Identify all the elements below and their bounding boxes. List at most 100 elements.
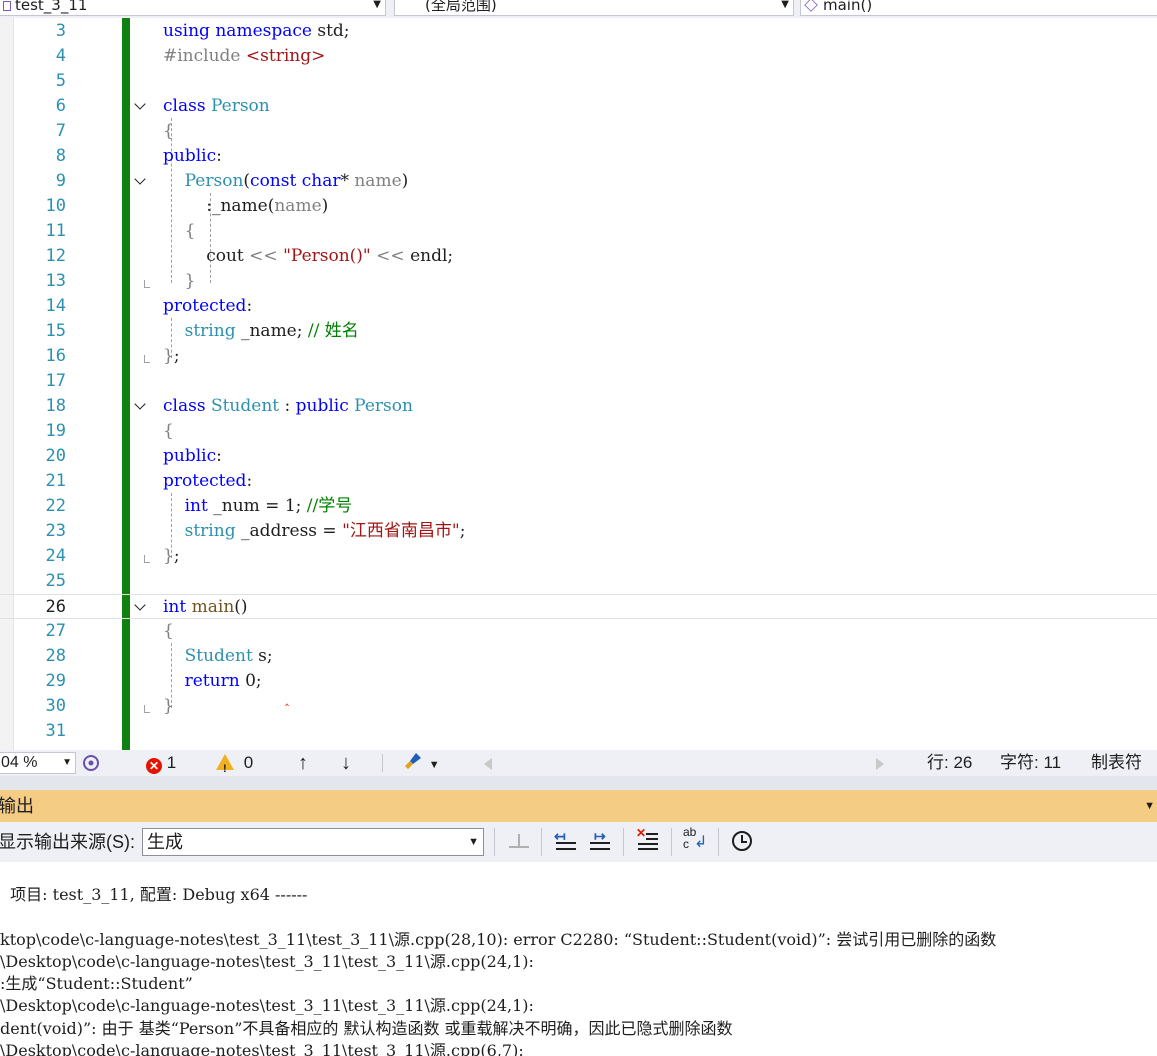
code-text: int _num = 1; //学号 — [184, 496, 353, 516]
collapse-chevron-icon[interactable] — [134, 601, 148, 615]
clear-all-icon[interactable]: ✕ — [636, 826, 662, 854]
code-line[interactable]: 4 #include <string> — [0, 44, 1157, 69]
code-line[interactable]: 25 — [0, 569, 1157, 594]
chevron-down-icon[interactable]: ▼ — [1144, 790, 1155, 822]
code-line[interactable]: 3 using namespace std; — [0, 19, 1157, 44]
separator — [671, 828, 672, 856]
code-editor[interactable]: 3 using namespace std; 4 #include <string> 5… — [0, 18, 1157, 750]
chevron-down-icon: ▼ — [781, 0, 789, 10]
panel-splitter[interactable] — [0, 776, 1157, 790]
line-number: 24 — [45, 546, 66, 566]
error-squiggle: ‸ — [285, 692, 290, 706]
char-indicator[interactable]: 字符: 11 — [1000, 750, 1061, 776]
chevron-down-icon: ▼ — [373, 0, 381, 10]
next-message-icon[interactable]: ↦ — [588, 829, 614, 854]
code-line[interactable]: 22 int _num = 1; //学号 — [0, 494, 1157, 519]
line-number: 17 — [45, 371, 66, 391]
code-cleanup-brush-icon[interactable]: ▼ — [402, 750, 440, 778]
scope-dropdown[interactable]: (全局范围) ▼ — [394, 0, 794, 16]
code-line[interactable]: 26 int main() — [0, 594, 1157, 619]
code-line[interactable]: 10 :_name(name) — [0, 194, 1157, 219]
line-number: 15 — [45, 321, 66, 341]
line-number: 4 — [55, 46, 66, 66]
line-number: 25 — [45, 571, 66, 591]
code-line[interactable]: 11 { — [0, 219, 1157, 244]
code-text: class Student : public Person — [163, 396, 413, 416]
error-count-button[interactable]: ✕ 1 — [146, 750, 176, 776]
code-text: }; — [163, 346, 180, 366]
code-line[interactable]: 20 public: — [0, 444, 1157, 469]
output-line: ktop\code\c-language-notes\test_3_11\tes… — [0, 930, 997, 949]
line-number: 9 — [55, 171, 66, 191]
timestamp-clock-icon[interactable] — [730, 830, 756, 854]
line-number: 14 — [45, 296, 66, 316]
output-line: \Desktop\code\c-language-notes\test_3_11… — [0, 996, 534, 1015]
line-number: 22 — [45, 496, 66, 516]
word-wrap-icon[interactable]: ab c ↲ — [683, 826, 709, 854]
previous-issue-arrow-icon[interactable]: ↑ — [298, 750, 308, 776]
line-number: 29 — [45, 671, 66, 691]
output-line: \Desktop\code\c-language-notes\test_3_11… — [0, 1041, 524, 1056]
code-line[interactable]: 15 string _name; // 姓名 — [0, 319, 1157, 344]
line-number: 31 — [45, 721, 66, 741]
code-line[interactable]: 31 — [0, 719, 1157, 744]
scope-dropdown-label: (全局范围) — [425, 0, 497, 14]
editor-status-bar: 04 % ▼ ✕ 1 0 ↑ ↓ ▼ 行: 26 字符: 11 制表符 — [0, 750, 1157, 782]
line-indicator[interactable]: 行: 26 — [927, 750, 972, 776]
code-text: }; — [163, 546, 180, 566]
zoom-dropdown[interactable]: 04 % ▼ — [0, 752, 76, 774]
code-line[interactable]: 9 Person(const char* name) — [0, 169, 1157, 194]
output-text-area[interactable]: 项目: test_3_11, 配置: Debug x64 ------ ktop\… — [0, 862, 1157, 1056]
code-text: protected: — [163, 296, 253, 316]
error-icon: ✕ — [146, 758, 162, 774]
line-number: 10 — [45, 196, 66, 216]
output-line: \Desktop\code\c-language-notes\test_3_11… — [0, 952, 534, 971]
code-line[interactable]: 30} — [0, 694, 1157, 719]
code-text: class Person — [163, 96, 270, 116]
code-line[interactable]: 8 public: — [0, 144, 1157, 169]
go-to-code-icon[interactable] — [506, 830, 532, 854]
code-line[interactable]: 21 protected: — [0, 469, 1157, 494]
code-line[interactable]: 24}; — [0, 544, 1157, 569]
next-issue-arrow-icon[interactable]: ↓ — [341, 750, 351, 776]
line-number: 27 — [45, 621, 66, 641]
code-text: } — [163, 696, 174, 716]
code-text: #include <string> — [163, 46, 326, 66]
output-source-dropdown[interactable]: 生成 ▼ — [142, 828, 484, 856]
code-line[interactable]: 16}; — [0, 344, 1157, 369]
collapse-chevron-icon[interactable] — [134, 400, 148, 414]
code-line[interactable]: 6 class Person — [0, 94, 1157, 119]
tab-mode-indicator[interactable]: 制表符 — [1091, 750, 1142, 776]
line-number: 11 — [45, 221, 66, 241]
warning-count-button[interactable]: 0 — [216, 750, 253, 782]
output-toolbar: 显示输出来源(S): 生成 ▼ ↤ ↦ ✕ ab c ↲ — [0, 822, 1157, 862]
code-text: string _address = "江西省南昌市"; — [184, 521, 466, 541]
code-line[interactable]: 29 return 0; — [0, 669, 1157, 694]
code-line[interactable]: 14 protected: — [0, 294, 1157, 319]
scroll-left-icon[interactable] — [484, 758, 492, 770]
code-line[interactable]: 28 Student s; — [0, 644, 1157, 669]
scroll-right-icon[interactable] — [876, 758, 884, 770]
code-line[interactable]: 17 — [0, 369, 1157, 394]
code-line[interactable]: 5 — [0, 69, 1157, 94]
line-number: 6 — [55, 96, 66, 116]
line-number: 18 — [45, 396, 66, 416]
method-cube-icon — [804, 0, 818, 12]
code-line[interactable]: 18 class Student : public Person — [0, 394, 1157, 419]
code-line[interactable]: 27 { — [0, 619, 1157, 644]
member-dropdown[interactable]: main() — [800, 0, 1157, 16]
code-text: } — [184, 271, 196, 291]
code-line[interactable]: 23 string _address = "江西省南昌市"; — [0, 519, 1157, 544]
code-line[interactable]: 13 } — [0, 269, 1157, 294]
zoom-value: 04 % — [1, 754, 38, 771]
line-number: 21 — [45, 471, 66, 491]
collapse-chevron-icon[interactable] — [134, 100, 148, 114]
previous-message-icon[interactable]: ↤ — [554, 829, 580, 854]
code-line[interactable]: 7{ — [0, 119, 1157, 144]
code-text: Student s; — [184, 646, 273, 666]
project-dropdown[interactable]: test_3_11 ▼ — [0, 0, 386, 16]
collapse-chevron-icon[interactable] — [134, 175, 148, 189]
output-source-value: 生成 — [147, 832, 183, 852]
code-line[interactable]: 12 cout << "Person()" << endl; — [0, 244, 1157, 269]
code-line[interactable]: 19 { — [0, 419, 1157, 444]
